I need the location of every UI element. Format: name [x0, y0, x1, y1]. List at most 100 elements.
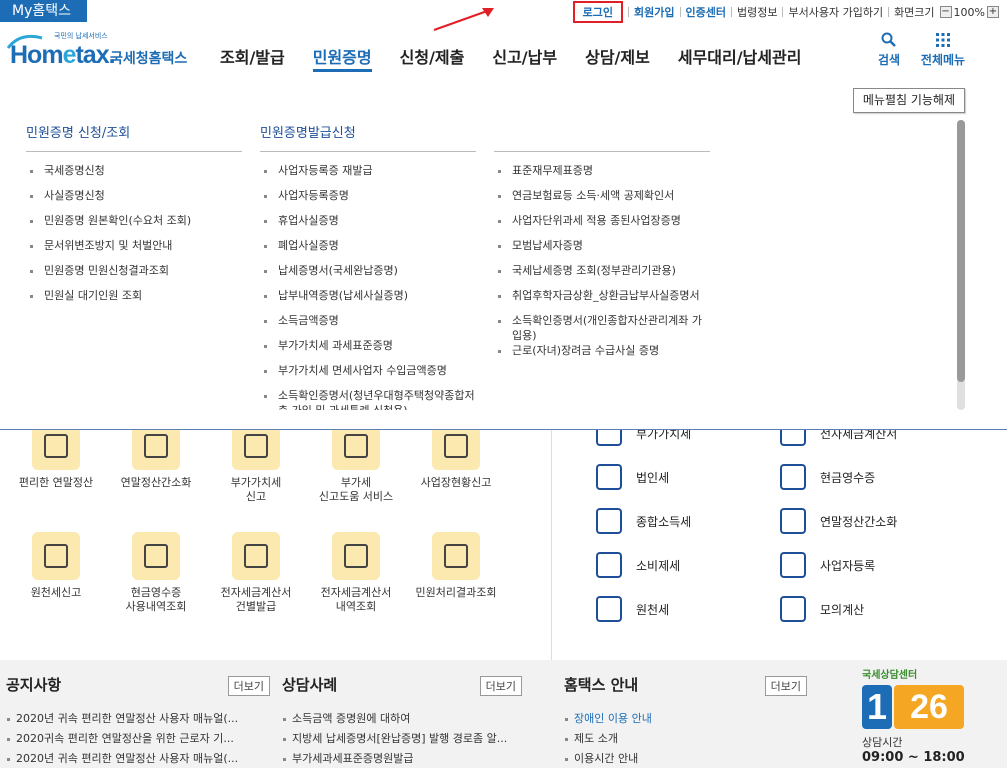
- menu-item[interactable]: 부가가치세 면세사업자 수입금액증명: [260, 363, 476, 388]
- menu-column-title: 민원증명 신청/조회: [26, 122, 242, 152]
- list-item[interactable]: 제도 소개: [564, 729, 807, 749]
- tile-civil-result[interactable]: 민원처리결과조회: [406, 532, 506, 600]
- menu-item[interactable]: 부가가치세 과세표준증명: [260, 338, 476, 363]
- divider: [628, 7, 630, 17]
- zoom-out-button[interactable]: −: [939, 6, 952, 18]
- receipt-icon: [780, 464, 806, 490]
- tile-label: 부가세: [340, 476, 372, 489]
- service-year-end[interactable]: 연말정산간소화: [780, 508, 897, 534]
- list-item[interactable]: 장애인 이용 안내: [564, 709, 807, 729]
- building-icon: [596, 464, 622, 490]
- utility-nav: 로그인 회원가입 인증센터 법령정보 부서사용자 가입하기 화면크기 − 100…: [572, 1, 1001, 23]
- service-label: 종합소득세: [636, 514, 692, 529]
- nav-report-pay[interactable]: 신고/납부: [478, 36, 571, 76]
- menu-item[interactable]: 국세증명신청: [26, 163, 242, 188]
- nav-inquiry-issue[interactable]: 조회/발급: [206, 36, 299, 76]
- nav-consult-report[interactable]: 상담/제보: [571, 36, 664, 76]
- service-withholding-tax[interactable]: 원천세: [596, 596, 669, 622]
- service-label: 연말정산간소화: [820, 514, 898, 529]
- service-business-registration[interactable]: 사업자등록: [780, 552, 875, 578]
- menu-item[interactable]: 소득확인증명서(청년우대형주택청약종합저축 가입 및 과세특례 신청용): [260, 388, 476, 410]
- menu-item[interactable]: 모범납세자증명: [494, 238, 710, 263]
- zoom-level: 100%: [953, 5, 985, 19]
- quick-menu-tiles: 편리한 연말정산 연말정산간소화 부가가치세 신고 부가세 신고도움 서비스 사업장…: [0, 410, 551, 660]
- menu-item[interactable]: 근로(자녀)장려금 수급사실 증명: [494, 343, 710, 368]
- menu-item[interactable]: 휴업사실증명: [260, 213, 476, 238]
- menu-item[interactable]: 민원실 대기인원 조회: [26, 288, 242, 313]
- list-item[interactable]: 소득금액 증명원에 대하여: [282, 709, 522, 729]
- search-button[interactable]: 검색: [872, 32, 906, 68]
- call-center-label: 국세상담센터: [862, 670, 918, 681]
- hometax-logo[interactable]: 국민의 납세서비스 Hometax. 국세청홈택스: [6, 30, 191, 74]
- menu-item[interactable]: 취업후학자금상환_상환금납부사실증명서: [494, 288, 710, 313]
- menu-scrollbar[interactable]: [957, 120, 965, 410]
- tile-vat-report[interactable]: 부가가치세 신고: [206, 422, 306, 504]
- cert-center-link[interactable]: 인증센터: [686, 4, 726, 20]
- tile-e-invoice-issue[interactable]: 전자세금계산서 건별발급: [206, 532, 306, 614]
- all-menu-button[interactable]: 전체메뉴: [916, 32, 970, 68]
- service-label: 원천세: [636, 602, 670, 617]
- calendar-icon: [32, 532, 80, 580]
- menu-item[interactable]: 민원증명 원본확인(수요처 조회): [26, 213, 242, 238]
- scrollbar-thumb[interactable]: [957, 120, 965, 382]
- tile-easy-year-end[interactable]: 편리한 연말정산: [6, 422, 106, 490]
- legal-info-link[interactable]: 법령정보: [737, 4, 777, 20]
- divider: [782, 7, 784, 17]
- menu-item[interactable]: 소득확인증명서(개인종합자산관리계좌 가입용): [494, 313, 710, 343]
- list-item[interactable]: 2020귀속 편리한 연말정산을 위한 근로자 기...: [6, 729, 270, 749]
- guide-section: 홈택스 안내 더보기 장애인 이용 안내 제도 소개 이용시간 안내: [564, 674, 807, 768]
- zoom-in-button[interactable]: +: [987, 6, 999, 18]
- tile-label: 사용내역조회: [125, 600, 187, 613]
- tile-e-invoice-inquiry[interactable]: 전자세금계산서 내역조회: [306, 532, 406, 614]
- service-consumption-tax[interactable]: 소비제세: [596, 552, 680, 578]
- service-income-tax[interactable]: 종합소득세: [596, 508, 691, 534]
- menu-item[interactable]: 표준재무제표증명: [494, 163, 710, 188]
- menu-item[interactable]: 민원증명 민원신청결과조회: [26, 263, 242, 288]
- login-link[interactable]: 로그인: [572, 1, 624, 23]
- service-corporate-tax[interactable]: 법인세: [596, 464, 669, 490]
- menu-item[interactable]: 납부내역증명(납세사실증명): [260, 288, 476, 313]
- menu-item[interactable]: 사업자단위과세 적용 종된사업장증명: [494, 213, 710, 238]
- list-item[interactable]: 지방세 납세증명서[완납증명] 발행 경로좀 알...: [282, 729, 522, 749]
- menu-item[interactable]: 연금보험료등 소득·세액 공제확인서: [494, 188, 710, 213]
- tile-business-status[interactable]: 사업장현황신고: [406, 422, 506, 490]
- consult-more-button[interactable]: 더보기: [479, 676, 522, 696]
- menu-item[interactable]: 사업자등록증명: [260, 188, 476, 213]
- menu-item[interactable]: 문서위변조방지 및 처벌안내: [26, 238, 242, 263]
- service-label: 현금영수증: [820, 470, 876, 485]
- menu-item[interactable]: 납세증명서(국세완납증명): [260, 263, 476, 288]
- menu-item[interactable]: 사업자등록증 재발급: [260, 163, 476, 188]
- list-item[interactable]: 2020년 귀속 편리한 연말정산 사용자 매뉴얼(...: [6, 709, 270, 729]
- consult-section: 상담사례 더보기 소득금액 증명원에 대하여 지방세 납세증명서[완납증명] 발…: [282, 674, 522, 768]
- tile-withholding-report[interactable]: 원천세신고: [6, 532, 106, 600]
- list-item[interactable]: 이용시간 안내: [564, 749, 807, 768]
- nav-civil-certificate[interactable]: 민원증명: [299, 36, 386, 76]
- tile-vat-help[interactable]: 부가세 신고도움 서비스: [306, 422, 406, 504]
- call-center-banner[interactable]: 국세상담센터 1 26 상담시간 09:00 ~ 18:00: [862, 666, 982, 768]
- nav-apply-submit[interactable]: 신청/제출: [386, 36, 479, 76]
- nav-tax-agent[interactable]: 세무대리/납세관리: [664, 36, 816, 76]
- service-cash-receipt[interactable]: 현금영수증: [780, 464, 875, 490]
- service-simulation[interactable]: 모의계산: [780, 596, 864, 622]
- tile-label: 신고도움 서비스: [318, 490, 394, 503]
- disable-menu-expand-button[interactable]: 메뉴펼침 기능해제: [852, 88, 965, 113]
- tile-cash-receipt[interactable]: 현금영수증 사용내역조회: [106, 532, 206, 614]
- guide-more-button[interactable]: 더보기: [764, 676, 807, 696]
- money-bag-icon: [596, 508, 622, 534]
- tile-label: 현금영수증: [130, 586, 182, 599]
- menu-item[interactable]: 사실증명신청: [26, 188, 242, 213]
- menu-item[interactable]: 폐업사실증명: [260, 238, 476, 263]
- tile-year-end-simplified[interactable]: 연말정산간소화: [106, 422, 206, 490]
- menu-item[interactable]: 국세납세증명 조회(정부관리기관용): [494, 263, 710, 288]
- salary-document-icon: [596, 596, 622, 622]
- notice-more-button[interactable]: 더보기: [227, 676, 270, 696]
- dept-user-join-link[interactable]: 부서사용자 가입하기: [788, 4, 883, 20]
- my-hometax-tab[interactable]: My홈택스: [0, 0, 87, 22]
- list-item[interactable]: 부가세과세표준증명원발급: [282, 749, 522, 768]
- signup-link[interactable]: 회원가입: [634, 4, 674, 20]
- divider: [551, 430, 552, 660]
- divider: [888, 7, 890, 17]
- list-item[interactable]: 2020년 귀속 편리한 연말정산 사용자 매뉴얼(...: [6, 749, 270, 768]
- menu-item[interactable]: 소득금액증명: [260, 313, 476, 338]
- coin-icon: [780, 508, 806, 534]
